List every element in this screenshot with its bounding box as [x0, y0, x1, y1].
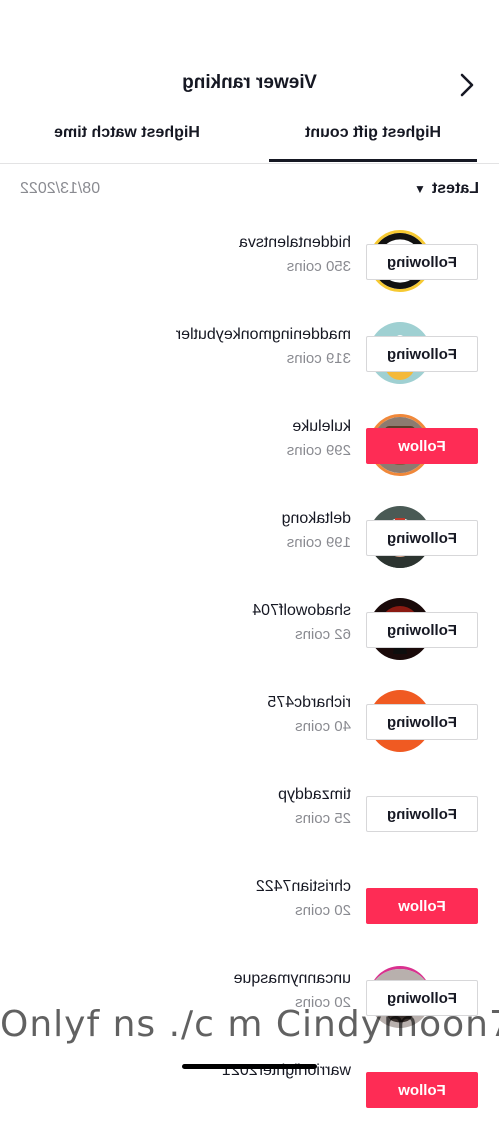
- coin-count: 299 coins: [286, 442, 351, 459]
- tabs-divider: [0, 163, 499, 164]
- username[interactable]: hiddentalentsva: [239, 234, 351, 252]
- tab-highest-gift-count[interactable]: Highest gift count: [269, 124, 477, 164]
- ranking-date: 08/13/2022: [20, 180, 101, 197]
- username[interactable]: christian7422: [256, 878, 351, 896]
- coin-count: 199 coins: [286, 534, 351, 551]
- following-button[interactable]: Following: [366, 336, 478, 372]
- coin-count: 40 coins: [295, 718, 351, 735]
- sort-filter-dropdown[interactable]: Latest ▼: [414, 180, 479, 198]
- tab-highest-watch-time[interactable]: Highest watch time: [23, 124, 231, 164]
- coin-count: 25 coins: [295, 810, 351, 827]
- username[interactable]: shadowolf704: [252, 602, 351, 620]
- viewer-row[interactable]: 3 kuleluke 299 coins Follow: [0, 400, 499, 492]
- sort-filter-label: Latest: [431, 180, 479, 197]
- following-button[interactable]: Following: [366, 796, 478, 832]
- viewer-row[interactable]: warriorfighter2021 Follow: [0, 1044, 499, 1136]
- username[interactable]: deltakong: [282, 510, 351, 528]
- username[interactable]: timzaddyp: [278, 786, 351, 804]
- username[interactable]: kuleluke: [292, 418, 351, 436]
- coin-count: 20 coins: [295, 902, 351, 919]
- viewer-row[interactable]: 5 shadowolf704 62 coins Following: [0, 584, 499, 676]
- chevron-down-icon: ▼: [413, 182, 426, 196]
- coin-count: 350 coins: [286, 258, 351, 275]
- username[interactable]: uncannymasque: [234, 970, 351, 988]
- following-button[interactable]: Following: [366, 612, 478, 648]
- home-indicator[interactable]: [182, 1064, 317, 1069]
- page-title: Viewer ranking: [182, 72, 317, 93]
- username[interactable]: richardc475: [267, 694, 351, 712]
- watermark-text: Onlyf ns ./c m Cindymoon7: [0, 1004, 499, 1045]
- following-button[interactable]: Following: [366, 704, 478, 740]
- follow-button[interactable]: Follow: [366, 888, 478, 924]
- viewer-row[interactable]: 4 deltakong 199 coins Following: [0, 492, 499, 584]
- coin-count: 319 coins: [286, 350, 351, 367]
- following-button[interactable]: Following: [366, 520, 478, 556]
- viewer-row[interactable]: 1 hiddentalentsva 350 coins Following: [0, 216, 499, 308]
- viewer-row[interactable]: 7 timzaddyp 25 coins Following: [0, 768, 499, 860]
- viewer-row[interactable]: 6 R richardc475 40 coins Following: [0, 676, 499, 768]
- follow-button[interactable]: Follow: [366, 1072, 478, 1108]
- follow-button[interactable]: Follow: [366, 428, 478, 464]
- viewer-row[interactable]: 2 maddeningmonkeybutler 319 coins Follow…: [0, 308, 499, 400]
- viewer-row[interactable]: 8 christian7422 20 coins Follow: [0, 860, 499, 952]
- following-button[interactable]: Following: [366, 244, 478, 280]
- viewer-ranking-screen: Viewer ranking Highest gift count Highes…: [0, 0, 499, 1108]
- username[interactable]: maddeningmonkeybutler: [176, 326, 351, 344]
- coin-count: 62 coins: [295, 626, 351, 643]
- active-tab-indicator: [269, 159, 477, 162]
